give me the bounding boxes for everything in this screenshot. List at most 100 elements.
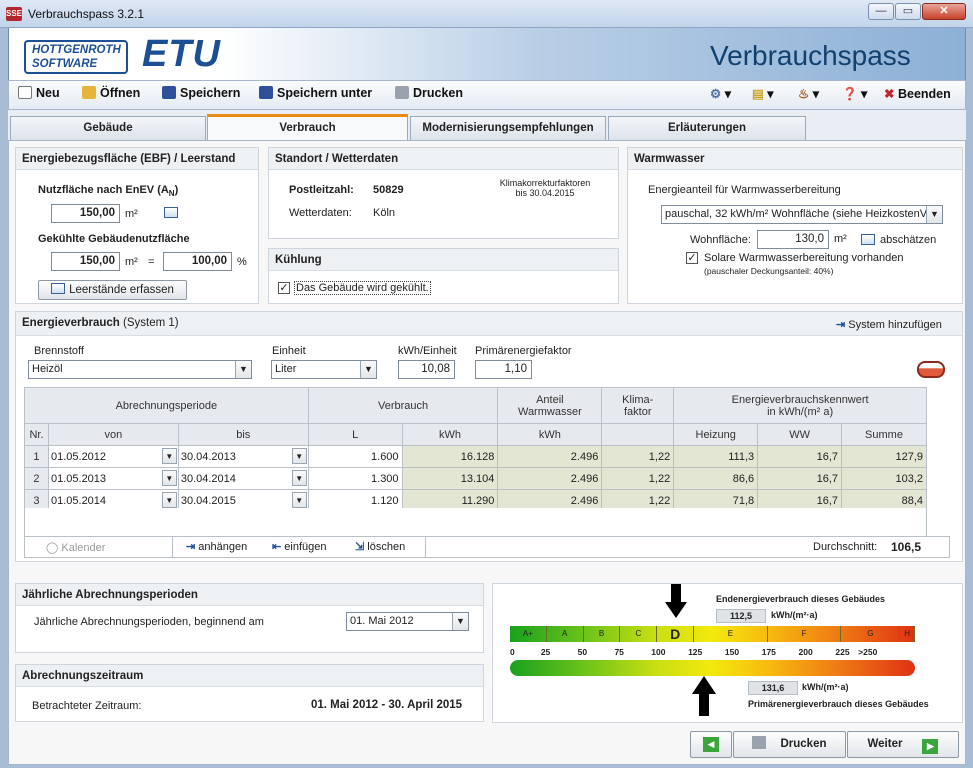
wohnflaeche-input[interactable]: 130,0 <box>757 230 829 249</box>
prozent-input[interactable]: 100,00 <box>163 252 232 271</box>
tab-modernisierung[interactable]: Modernisierungsempfehlungen <box>410 116 606 140</box>
ebf-title: Energiebezugsfläche (EBF) / Leerstand <box>16 148 258 170</box>
liter-cell[interactable]: 1.300 <box>307 467 403 490</box>
print-nav-button[interactable]: Drucken <box>733 731 846 758</box>
save-button[interactable]: Speichern <box>162 86 240 100</box>
zeitraum-title: Abrechnungszeitraum <box>16 665 483 687</box>
col-l: L <box>307 423 403 446</box>
print-button[interactable]: Drucken <box>395 86 463 100</box>
pef-input[interactable]: 1,10 <box>475 360 532 379</box>
insert-button[interactable]: ⇤ einfügen <box>272 540 327 553</box>
eraser-icon[interactable] <box>917 361 945 378</box>
energy-class-f: F <box>768 626 842 642</box>
end-label: Endenergieverbrauch dieses Gebäudes <box>716 594 886 604</box>
chevron-down-icon: ▼ <box>161 492 177 508</box>
einheit-select[interactable]: Liter ▼ <box>271 360 377 379</box>
minimize-button[interactable]: — <box>868 3 894 20</box>
tools-icon: ♨ <box>798 87 810 101</box>
printer-icon <box>395 86 409 99</box>
liter-cell[interactable]: 1.600 <box>307 445 403 468</box>
tab-gebaeude[interactable]: Gebäude <box>10 116 206 140</box>
kuehlung-check-label[interactable]: Das Gebäude wird gekühlt. <box>294 281 431 295</box>
ww-cell: 16,7 <box>757 445 843 468</box>
kalender-radio[interactable]: ◯ Kalender <box>46 541 105 554</box>
maximize-button[interactable]: ▭ <box>895 3 921 20</box>
header-period: Abrechnungsperiode <box>24 387 309 424</box>
zeitraum-label: Betrachteter Zeitraum: <box>32 700 142 712</box>
append-button[interactable]: ⇥ anhängen <box>186 540 247 553</box>
settings-menu[interactable]: ⚙ ▾ <box>710 86 731 101</box>
hottgenroth-logo: HOTTGENROTH SOFTWARE <box>24 40 128 74</box>
window-title: Verbrauchspass 3.2.1 <box>28 7 145 21</box>
leerstaende-button[interactable]: Leerstände erfassen <box>38 280 187 300</box>
kuehlung-checkbox[interactable]: ✓ <box>278 282 290 294</box>
help-menu[interactable]: ❓ ▾ <box>842 86 867 102</box>
unit-m2-2: m² <box>125 256 138 268</box>
table-row[interactable]: 2 01.05.2013 ▼ 30.04.2014 ▼ 1.300 13.104 2… <box>24 467 927 490</box>
standort-panel: Standort / Wetterdaten Postleitzahl: 508… <box>268 147 619 239</box>
energy-class-g: G <box>841 626 901 642</box>
kwh-input[interactable]: 10,08 <box>398 360 455 379</box>
banner-title: Verbrauchspass <box>710 40 911 71</box>
plz-value: 50829 <box>373 184 404 196</box>
klima-cell: 1,22 <box>601 445 675 468</box>
bis-select[interactable]: 30.04.2014 ▼ <box>177 467 309 490</box>
tools-menu[interactable]: ♨ ▾ <box>798 86 819 101</box>
heizung-cell: 86,6 <box>673 467 759 490</box>
folder-icon <box>82 86 96 99</box>
close-button[interactable]: ✕ <box>922 3 966 20</box>
delete-button[interactable]: ⇲ löschen <box>355 540 405 553</box>
solar-note: (pauschaler Deckungsanteil: 40%) <box>704 266 834 276</box>
end-unit: kWh/(m²·a) <box>771 610 818 620</box>
jaehrlich-select[interactable]: 01. Mai 2012 ▼ <box>346 612 469 631</box>
warmwasser-panel: Warmwasser Energieanteil für Warmwasserb… <box>627 147 963 304</box>
kuehlung-title: Kühlung <box>269 249 618 271</box>
floppy-icon <box>162 86 176 99</box>
tab-erlaeuterungen[interactable]: Erläuterungen <box>608 116 806 140</box>
chevron-down-icon: ▼ <box>235 361 251 378</box>
von-select[interactable]: 01.05.2012 ▼ <box>47 445 179 468</box>
table-row[interactable]: 1 01.05.2012 ▼ 30.04.2013 ▼ 1.600 16.128 2… <box>24 445 927 468</box>
bis-select[interactable]: 30.04.2013 ▼ <box>177 445 309 468</box>
exit-button[interactable]: ✖ Beenden <box>884 86 951 101</box>
standort-title: Standort / Wetterdaten <box>269 148 618 170</box>
jaehrlich-title: Jährliche Abrechnungsperioden <box>16 584 483 606</box>
solar-checkbox[interactable]: ✓ <box>686 252 698 264</box>
notes-menu[interactable]: ▤ ▾ <box>752 86 774 101</box>
gekuehlt-input[interactable]: 150,00 <box>51 252 120 271</box>
add-system-button[interactable]: ⇥ System hinzufügen <box>836 318 942 331</box>
calc-icon[interactable] <box>164 207 178 218</box>
verbrauch-grid: Abrechnungsperiode Verbrauch Anteil Warmw… <box>24 387 927 512</box>
new-button[interactable]: Neu <box>18 86 60 100</box>
warmwasser-select[interactable]: pauschal, 32 kWh/m² Wohnfläche (siehe He… <box>661 205 943 224</box>
col-nr: Nr. <box>24 423 49 446</box>
next-button[interactable]: Weiter ▶ <box>847 731 959 758</box>
scale-tick: >250 <box>858 647 878 657</box>
append-icon: ⇥ <box>186 541 196 553</box>
save-as-button[interactable]: Speichern unter <box>259 86 372 100</box>
brennstoff-select[interactable]: Heizöl ▼ <box>28 360 252 379</box>
wohn-unit: m² <box>834 233 847 245</box>
chevron-down-icon: ▼ <box>452 613 468 630</box>
pef-label: Primärenergiefaktor <box>475 345 572 357</box>
col-heizung: Heizung <box>673 423 759 446</box>
row-nr: 2 <box>24 467 49 490</box>
back-button[interactable]: ◀ <box>690 731 732 758</box>
floppy-as-icon <box>259 86 273 99</box>
open-button[interactable]: Öffnen <box>82 86 140 100</box>
brennstoff-label: Brennstoff <box>34 345 84 357</box>
tab-verbrauch[interactable]: Verbrauch <box>207 114 408 141</box>
printer-icon <box>752 736 767 749</box>
header-verbrauch: Verbrauch <box>307 387 499 424</box>
kwh-label: kWh/Einheit <box>398 345 457 357</box>
abschaetzen-link[interactable]: abschätzen <box>880 234 936 246</box>
nutzflaeche-input[interactable]: 150,00 <box>51 204 120 223</box>
chevron-down-icon: ▼ <box>291 448 307 464</box>
arrow-right-icon: ▶ <box>922 739 939 754</box>
von-select[interactable]: 01.05.2013 ▼ <box>47 467 179 490</box>
solar-label: Solare Warmwasserbereitung vorhanden <box>704 252 904 264</box>
energy-class-h: H <box>900 626 915 642</box>
chevron-down-icon: ▼ <box>161 470 177 486</box>
energieverbrauch-header: Energieverbrauch (System 1) <box>16 312 962 336</box>
estimate-icon[interactable] <box>861 234 875 245</box>
